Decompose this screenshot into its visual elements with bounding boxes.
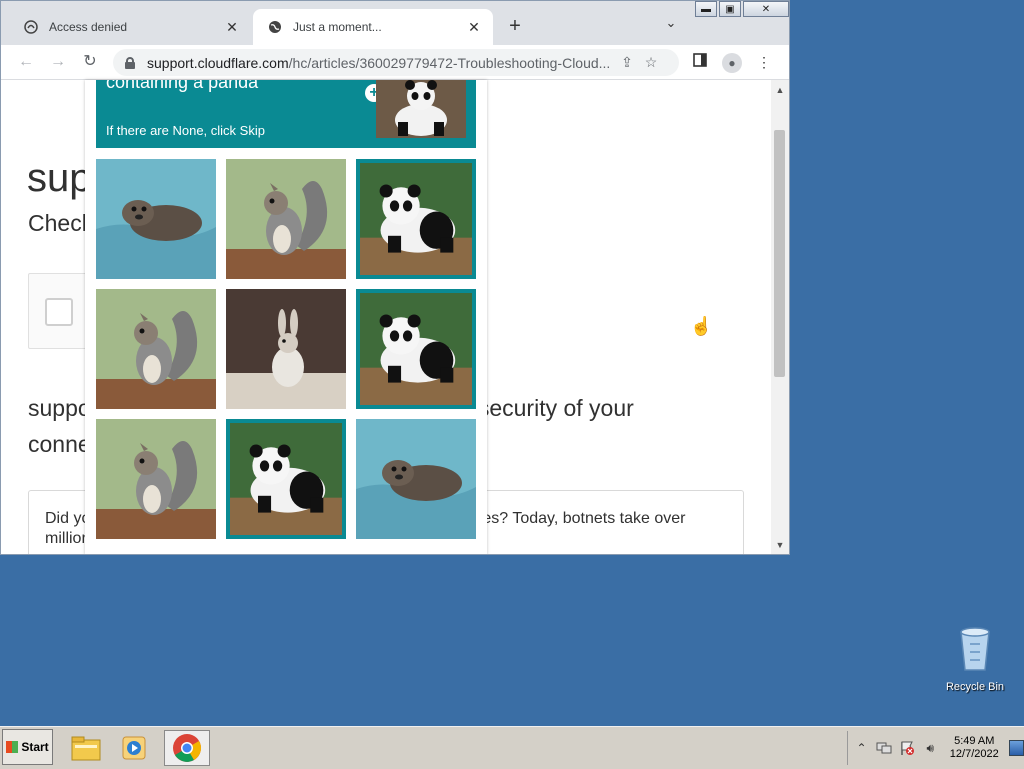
captcha-challenge: containing a panda If there are None, cl… [85, 80, 487, 554]
show-desktop-button[interactable] [1008, 740, 1024, 756]
minimize-button[interactable]: ▬ [695, 1, 717, 17]
menu-kebab-icon[interactable]: ⋮ [753, 52, 775, 72]
panda-image [230, 423, 342, 535]
example-panda-image [376, 80, 466, 138]
review-line2: conne [28, 431, 91, 457]
captcha-prompt: containing a panda [106, 80, 259, 92]
captcha-image-grid [96, 159, 476, 539]
maximize-button[interactable]: ▣ [719, 1, 741, 17]
recycle-bin-label: Recycle Bin [945, 681, 1005, 693]
otter-image [356, 419, 476, 539]
tab-title: Access denied [49, 20, 128, 34]
window-controls: ▬ ▣ ✕ [693, 1, 789, 19]
start-label: Start [21, 740, 49, 754]
chrome-taskbar-icon[interactable] [164, 730, 210, 766]
hand-cursor-icon: ☝ [690, 316, 713, 336]
captcha-tile-rabbit[interactable] [226, 289, 346, 409]
tab-close-icon[interactable]: ✕ [223, 18, 241, 36]
info-left: Did yo [45, 510, 91, 527]
captcha-tile-squirrel[interactable] [96, 289, 216, 409]
new-tab-button[interactable]: + [503, 15, 527, 37]
back-arrow-icon[interactable]: ← [15, 52, 37, 72]
panda-image [360, 163, 472, 275]
url-path: /hc/articles/360029779472-Troubleshootin… [288, 54, 611, 71]
tab-title: Just a moment... [293, 20, 382, 34]
network-icon[interactable] [875, 738, 894, 758]
file-explorer-icon[interactable] [68, 730, 104, 766]
checking-text: Check [28, 210, 94, 236]
squirrel-image [96, 289, 216, 409]
captcha-header: containing a panda If there are None, cl… [96, 80, 476, 148]
scroll-thumb[interactable] [774, 130, 785, 377]
squirrel-image [226, 159, 346, 279]
captcha-tile-panda[interactable] [226, 419, 346, 539]
info-right: ces? Today, botnets take over [474, 510, 686, 527]
system-tray: ⌃ 🔊︎ 5:49 AM 12/7/2022 [847, 731, 1024, 765]
scroll-up-arrow-icon[interactable]: ▲ [771, 82, 789, 98]
scroll-down-arrow-icon[interactable]: ▼ [771, 537, 789, 553]
side-panel-icon[interactable] [689, 52, 711, 72]
recycle-bin-icon [960, 627, 990, 671]
chevron-down-icon[interactable]: ⌄ [661, 15, 681, 31]
tab-strip: Access denied ✕ Just a moment... ✕ + ⌄ ▬… [1, 1, 789, 45]
rabbit-image [226, 289, 346, 409]
browser-window: Access denied ✕ Just a moment... ✕ + ⌄ ▬… [0, 0, 790, 555]
page-title: sup [27, 156, 92, 200]
captcha-tile-panda[interactable] [356, 289, 476, 409]
captcha-tile-otter[interactable] [96, 159, 216, 279]
captcha-skip-hint: If there are None, click Skip [106, 123, 265, 138]
address-bar[interactable]: support.cloudflare.com/hc/articles/36002… [113, 49, 679, 76]
profile-avatar-icon[interactable]: ● [721, 52, 743, 73]
volume-icon[interactable]: 🔊︎ [921, 738, 940, 758]
lock-icon[interactable] [125, 56, 135, 69]
action-center-flag-icon[interactable] [898, 738, 917, 758]
review-line1-start: suppo [28, 395, 91, 421]
captcha-tile-squirrel[interactable] [96, 419, 216, 539]
info-line2: million [45, 530, 91, 547]
clock-date: 12/7/2022 [949, 748, 999, 760]
reload-icon[interactable]: ↻ [79, 52, 101, 72]
media-player-icon[interactable] [116, 730, 152, 766]
url-text: support.cloudflare.com/hc/articles/36002… [147, 55, 615, 71]
url-host: support.cloudflare.com [147, 54, 289, 71]
close-window-button[interactable]: ✕ [743, 1, 789, 17]
start-button[interactable]: Start [2, 729, 53, 765]
browser-toolbar: ← → ↻ support.cloudflare.com/hc/articles… [1, 45, 789, 80]
captcha-tile-squirrel[interactable] [226, 159, 346, 279]
captcha-tile-otter[interactable] [356, 419, 476, 539]
clock-time: 5:49 AM [954, 735, 995, 747]
share-icon[interactable]: ⇪ [615, 54, 639, 71]
tab-just-a-moment[interactable]: Just a moment... ✕ [253, 9, 493, 45]
globe-icon [267, 19, 283, 35]
forward-arrow-icon[interactable]: → [47, 52, 69, 72]
tab-access-denied[interactable]: Access denied ✕ [9, 9, 251, 45]
human-verification-checkbox[interactable] [45, 298, 73, 326]
star-icon[interactable]: ☆ [639, 54, 663, 71]
squirrel-image [96, 419, 216, 539]
panda-image [360, 293, 472, 405]
show-hidden-icons-icon[interactable]: ⌃ [852, 738, 871, 758]
otter-image [96, 159, 216, 279]
cloudflare-icon [23, 19, 39, 35]
page-scrollbar[interactable]: ▲ ▼ [771, 80, 789, 554]
taskbar: Start ⌃ 🔊︎ 5:49 AM 12/7/2022 [0, 726, 1024, 769]
tab-close-icon[interactable]: ✕ [465, 18, 483, 36]
clock[interactable]: 5:49 AM 12/7/2022 [948, 735, 1001, 761]
captcha-tile-panda[interactable] [356, 159, 476, 279]
windows-flag-icon [6, 741, 19, 753]
recycle-bin-shortcut[interactable]: Recycle Bin [944, 624, 1006, 693]
